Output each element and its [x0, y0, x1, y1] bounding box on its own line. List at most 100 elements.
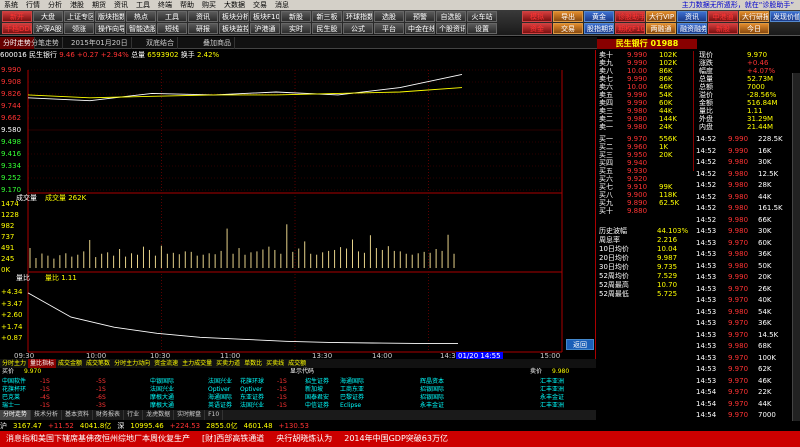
- bottom-tab-0[interactable]: 分时走势: [0, 410, 32, 420]
- indicator-tab-5[interactable]: 资金流速: [152, 359, 180, 368]
- toolbar-button-10[interactable]: 工具: [157, 11, 187, 22]
- toolbar-button-2[interactable]: 大盘: [33, 11, 63, 22]
- toolbar-button-14[interactable]: 板块分析: [219, 11, 249, 22]
- menu-item-9[interactable]: 购买: [198, 0, 220, 10]
- toolbar-right-button-3[interactable]: 交易: [553, 23, 583, 34]
- indicator-tab-10[interactable]: 成交额: [286, 359, 308, 368]
- news-item-2[interactable]: 央行胡晓炼认为: [270, 431, 338, 447]
- tab-3[interactable]: 双底结合: [143, 37, 178, 49]
- toolbar-right-button-1[interactable]: 资金: [522, 23, 552, 34]
- toolbar-button-21[interactable]: 民生股: [312, 23, 342, 34]
- indicator-tab-4[interactable]: 分时主力动向: [112, 359, 152, 368]
- scrollbar[interactable]: [792, 73, 800, 421]
- menu-item-5[interactable]: 资讯: [110, 0, 132, 10]
- toolbar-right-button-11[interactable]: 融资融券: [677, 23, 707, 34]
- toolbar-button-3[interactable]: 沪深A股: [33, 23, 63, 34]
- toolbar-right-button-15[interactable]: 今日: [739, 23, 769, 34]
- menu-item-8[interactable]: 帮助: [176, 0, 198, 10]
- menu-item-4[interactable]: 期货: [88, 0, 110, 10]
- news-ticker[interactable]: 消息指和美国下辖席基佛夜恒州综地厂本周伙复生产 [财]西部高铁通道 央行胡晓炼认为 2…: [0, 431, 800, 447]
- bottom-tab-6[interactable]: 实时解盘: [174, 410, 206, 420]
- toolbar-right-button-2[interactable]: 导出: [553, 11, 583, 22]
- news-item-3[interactable]: 2014年中国GDP突破63万亿: [338, 431, 454, 447]
- toolbar-right-button-6[interactable]: 诊股助手: [615, 11, 645, 22]
- toolbar-right-button-13[interactable]: 新股: [708, 23, 738, 34]
- menu-item-12[interactable]: 消息: [271, 0, 293, 10]
- return-button[interactable]: 返回: [566, 339, 594, 350]
- bottom-tab-1[interactable]: 技术分析: [31, 410, 63, 420]
- tab-4[interactable]: 叠加商品: [200, 37, 235, 49]
- menu-item-6[interactable]: 工具: [132, 0, 154, 10]
- tab-1[interactable]: 分笔走势: [28, 37, 63, 49]
- bottom-tab-2[interactable]: 基本资料: [62, 410, 94, 420]
- toolbar-button-6[interactable]: 版块指数: [95, 11, 125, 22]
- toolbar-button-27[interactable]: 中金在线: [405, 23, 435, 34]
- toolbar-right-button-9[interactable]: 两融通: [646, 23, 676, 34]
- toolbar-right-button-12[interactable]: 中港通: [708, 11, 738, 22]
- toolbar-right-button-7[interactable]: 期权F10: [615, 23, 645, 34]
- toolbar-button-7[interactable]: 操作向导: [95, 23, 125, 34]
- toolbar-button-16[interactable]: 板块F10: [250, 11, 280, 22]
- toolbar-right-button-14[interactable]: 大行研报: [739, 11, 769, 22]
- bottom-tab-4[interactable]: 行业: [124, 410, 144, 420]
- list-cell: 巴克莱: [2, 394, 21, 401]
- indicator-tab-9[interactable]: 买卖线: [264, 359, 286, 368]
- menu-promo-text[interactable]: 主力数据无所遁形，就在“诊股助手”: [678, 0, 798, 10]
- toolbar-button-24[interactable]: 选股: [374, 11, 404, 22]
- toolbar-button-12[interactable]: 资讯: [188, 11, 218, 22]
- toolbar-right-button-4[interactable]: 黄金: [584, 11, 614, 22]
- toolbar-button-28[interactable]: 自选股: [436, 11, 466, 22]
- indicator-tab-7[interactable]: 买卖力道: [214, 359, 242, 368]
- toolbar-right-button-0[interactable]: 模拟: [522, 11, 552, 22]
- trade-row-10: 14:53 9.980 36K: [694, 250, 794, 259]
- indicator-tab-3[interactable]: 成交笔数: [84, 359, 112, 368]
- list-col2: -1S -1S -4S -1S: [40, 378, 50, 410]
- menu-item-10[interactable]: 大数据: [220, 0, 249, 10]
- toolbar-button-0[interactable]: 新开: [2, 11, 32, 22]
- trade-cell-0: 14:53: [696, 227, 717, 235]
- toolbar-button-23[interactable]: 公式: [343, 23, 373, 34]
- toolbar-right-button-8[interactable]: 大行VIP: [646, 11, 676, 22]
- tab-2[interactable]: 2015年01月20日: [68, 37, 132, 49]
- bottom-tab-7[interactable]: F10: [205, 410, 224, 420]
- menu-item-1[interactable]: 行情: [22, 0, 44, 10]
- toolbar-button-9[interactable]: 智能选股: [126, 23, 156, 34]
- toolbar-button-29[interactable]: 个股资讯: [436, 23, 466, 34]
- indicator-tab-8[interactable]: 单数比: [242, 359, 264, 368]
- toolbar-right-button-10[interactable]: 资讯: [677, 11, 707, 22]
- trade-cell-2: 30K: [758, 158, 772, 166]
- news-item-1[interactable]: [财]西部高铁通道: [196, 431, 270, 447]
- toolbar-right-button-16[interactable]: 发现价值: [770, 11, 800, 22]
- toolbar-button-8[interactable]: 热点: [126, 11, 156, 22]
- toolbar-button-30[interactable]: 火车站: [467, 11, 497, 22]
- bottom-tab-3[interactable]: 财务报表: [93, 410, 125, 420]
- toolbar-button-19[interactable]: 实时: [281, 23, 311, 34]
- toolbar-button-1[interactable]: 千档DDE2: [2, 23, 32, 34]
- bottom-tab-5[interactable]: 龙虎数据: [143, 410, 175, 420]
- toolbar-button-20[interactable]: 新三板: [312, 11, 342, 22]
- toolbar-button-4[interactable]: 上证专区: [64, 11, 94, 22]
- list-cell: 招银国际: [420, 394, 445, 401]
- toolbar-button-17[interactable]: 沪港通: [250, 23, 280, 34]
- indicator-tab-1[interactable]: 量比指标: [28, 359, 57, 368]
- indicator-tab-2[interactable]: 成交金额: [56, 359, 84, 368]
- news-item-0[interactable]: 消息指和美国下辖席基佛夜恒州综地厂本周伙复生产: [0, 431, 196, 447]
- toolbar-button-11[interactable]: 短线: [157, 23, 187, 34]
- intraday-chart[interactable]: [0, 50, 596, 366]
- menu-item-2[interactable]: 分析: [44, 0, 66, 10]
- toolbar-button-31[interactable]: 设置: [467, 23, 497, 34]
- toolbar-button-15[interactable]: 板块监控: [219, 23, 249, 34]
- toolbar-button-13[interactable]: 研报: [188, 23, 218, 34]
- toolbar-right-button-5[interactable]: 股指期货: [584, 23, 614, 34]
- indicator-tab-0[interactable]: 分时主力: [0, 359, 28, 368]
- indicator-tab-6[interactable]: 主力成交量: [180, 359, 214, 368]
- toolbar-button-5[interactable]: 领涨: [64, 23, 94, 34]
- menu-item-0[interactable]: 系统: [0, 0, 22, 10]
- toolbar-button-25[interactable]: 平台: [374, 23, 404, 34]
- menu-item-11[interactable]: 交易: [249, 0, 271, 10]
- toolbar-button-26[interactable]: 预警: [405, 11, 435, 22]
- toolbar-button-18[interactable]: 新股: [281, 11, 311, 22]
- menu-item-7[interactable]: 终端: [154, 0, 176, 10]
- toolbar-button-22[interactable]: 环球指数: [343, 11, 373, 22]
- menu-item-3[interactable]: 港股: [66, 0, 88, 10]
